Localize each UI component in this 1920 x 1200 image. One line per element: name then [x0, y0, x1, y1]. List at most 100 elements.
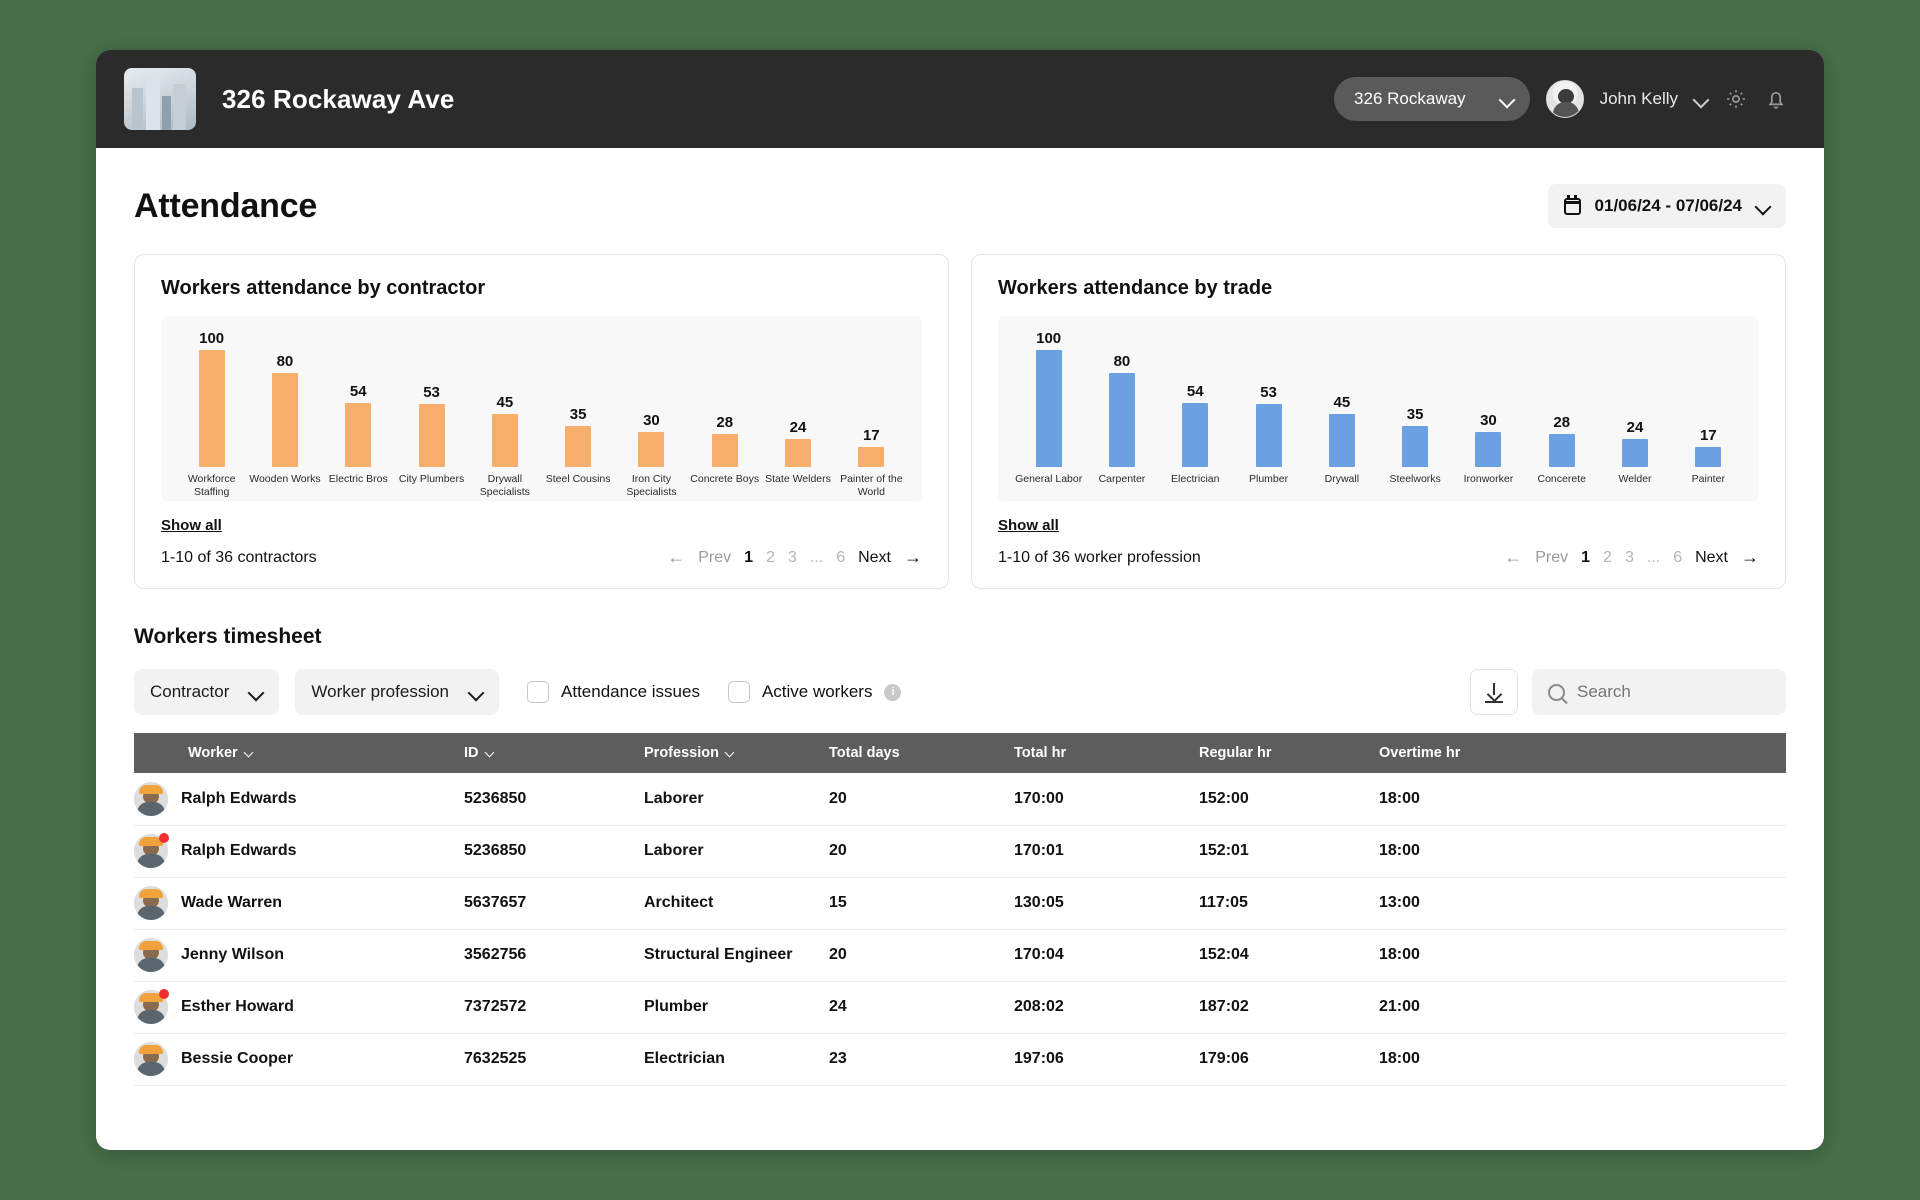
date-range-picker[interactable]: 01/06/24 - 07/06/24: [1547, 184, 1786, 228]
bar-group: 30 Ironworker: [1452, 330, 1525, 501]
show-all-link-contractor[interactable]: Show all: [161, 517, 222, 534]
cell-worker: Esther Howard: [134, 981, 464, 1034]
user-menu-chevron-down-icon[interactable]: [1694, 92, 1708, 106]
table-row[interactable]: Wade Warren 5637657 Architect 15 130:05 117:0…: [134, 877, 1786, 930]
page-2[interactable]: 2: [766, 549, 775, 567]
bar[interactable]: [1695, 447, 1722, 467]
column-header-worker[interactable]: Worker: [134, 733, 464, 773]
page-1[interactable]: 1: [1581, 549, 1590, 567]
table-row[interactable]: Esther Howard 7372572 Plumber 24 208:02 187:0…: [134, 981, 1786, 1034]
download-button[interactable]: [1470, 669, 1518, 715]
worker-name: Esther Howard: [181, 998, 294, 1015]
cell-total-hr: 170:04: [1014, 929, 1199, 982]
table-row[interactable]: Ralph Edwards 5236850 Laborer 20 170:01 152:0…: [134, 825, 1786, 878]
bar[interactable]: [198, 350, 225, 468]
column-label: Overtime hr: [1379, 745, 1461, 761]
prev-button[interactable]: Prev: [698, 549, 731, 567]
page-6[interactable]: 6: [1673, 549, 1682, 567]
column-header-total-hr[interactable]: Total hr: [1014, 733, 1199, 773]
active-workers-checkbox-row[interactable]: Active workers i: [727, 681, 902, 703]
attendance-issues-checkbox[interactable]: [527, 681, 550, 703]
bar-category-label: Concrete Boys: [690, 473, 760, 485]
bar-category-label: Drywall Specialists: [479, 473, 530, 499]
column-header-total-days[interactable]: Total days: [829, 733, 1014, 773]
bar-category-label: Ironworker: [1463, 473, 1514, 485]
bar[interactable]: [1328, 414, 1355, 467]
contractor-filter[interactable]: Contractor: [134, 669, 280, 715]
avatar: [134, 989, 169, 1024]
table-row[interactable]: Jenny Wilson 3562756 Structural Engineer 20…: [134, 929, 1786, 982]
bar[interactable]: [1402, 426, 1429, 467]
column-header-profession[interactable]: Profession: [644, 733, 829, 773]
prev-button[interactable]: Prev: [1535, 549, 1568, 567]
bar-value-label: 80: [1113, 353, 1131, 370]
next-arrow-icon[interactable]: →: [1741, 547, 1759, 568]
cell-total-hr: 170:01: [1014, 825, 1199, 878]
avatar: [134, 781, 168, 816]
column-header-regular-hr[interactable]: Regular hr: [1199, 733, 1379, 773]
bar[interactable]: [1182, 403, 1209, 467]
bar[interactable]: [565, 426, 592, 467]
bar[interactable]: [418, 404, 445, 467]
cell-regular-hr: 179:06: [1199, 1033, 1379, 1086]
page-2[interactable]: 2: [1603, 549, 1612, 567]
next-button[interactable]: Next: [1695, 549, 1728, 567]
worker-profession-filter[interactable]: Worker profession: [295, 669, 500, 715]
bar-category-label: Iron City Specialists: [626, 473, 677, 499]
avatar[interactable]: [1545, 80, 1584, 118]
page-3[interactable]: 3: [1625, 549, 1634, 567]
cell-overtime-hr: 18:00: [1379, 929, 1786, 982]
bar[interactable]: [1622, 439, 1649, 467]
show-all-link-trade[interactable]: Show all: [998, 517, 1059, 534]
bar[interactable]: [1108, 373, 1135, 467]
attendance-issues-checkbox-row[interactable]: Attendance issues: [527, 681, 700, 703]
search-input[interactable]: [1577, 682, 1757, 702]
project-selector[interactable]: 326 Rockaway: [1334, 77, 1530, 121]
pagination-nav: ← Prev 1 2 3 ... 6 Next →: [667, 547, 922, 568]
page-1[interactable]: 1: [744, 549, 753, 567]
next-arrow-icon[interactable]: →: [904, 547, 922, 568]
bar-value-label: 53: [423, 384, 440, 401]
prev-arrow-icon[interactable]: ←: [667, 547, 685, 568]
bar-group: 35 Steel Cousins: [541, 330, 614, 501]
prev-arrow-icon[interactable]: ←: [1504, 547, 1522, 568]
bar[interactable]: [491, 414, 518, 467]
bar[interactable]: [271, 373, 298, 467]
search-box[interactable]: [1532, 669, 1786, 715]
bar-group: 53 Plumber: [1232, 330, 1305, 501]
column-header-overtime-hr[interactable]: Overtime hr: [1379, 733, 1786, 773]
worker-profession-filter-label: Worker profession: [311, 682, 450, 701]
bar[interactable]: [345, 403, 372, 467]
avatar: [134, 833, 169, 868]
page-6[interactable]: 6: [836, 549, 845, 567]
bar-category-label: Electrician: [1171, 473, 1220, 485]
bar[interactable]: [1475, 432, 1502, 467]
next-button[interactable]: Next: [858, 549, 891, 567]
bar[interactable]: [785, 439, 812, 467]
column-header-id[interactable]: ID: [464, 733, 644, 773]
active-workers-checkbox[interactable]: [727, 681, 750, 703]
bar-value-label: 45: [1333, 394, 1351, 411]
bar[interactable]: [1035, 350, 1062, 468]
chart-cards: Workers attendance by contractor 100 Work…: [134, 254, 1786, 589]
bar[interactable]: [858, 447, 885, 467]
attendance-issues-label: Attendance issues: [561, 682, 700, 701]
page-3[interactable]: 3: [788, 549, 797, 567]
chevron-down-icon: [249, 685, 263, 699]
gear-icon[interactable]: [1724, 87, 1748, 111]
date-range-chevron-down-icon: [1756, 199, 1770, 213]
table-row[interactable]: Bessie Cooper 7632525 Electrician 23 197:06 1…: [134, 1033, 1786, 1086]
bar[interactable]: [711, 434, 738, 467]
bar[interactable]: [638, 432, 665, 467]
user-name[interactable]: John Kelly: [1600, 89, 1678, 109]
bar[interactable]: [1255, 404, 1282, 467]
bell-icon[interactable]: [1764, 87, 1788, 111]
bar-category-label: Steelworks: [1389, 473, 1441, 485]
info-icon[interactable]: i: [884, 683, 902, 701]
bar[interactable]: [1548, 434, 1575, 467]
card-attendance-by-contractor: Workers attendance by contractor 100 Work…: [134, 254, 949, 589]
column-label: Regular hr: [1199, 745, 1272, 761]
timesheet-actions: [1470, 669, 1786, 715]
table-row[interactable]: Ralph Edwards 5236850 Laborer 20 170:00 152:0…: [134, 773, 1786, 826]
page-header: Attendance 01/06/24 - 07/06/24: [134, 184, 1786, 228]
